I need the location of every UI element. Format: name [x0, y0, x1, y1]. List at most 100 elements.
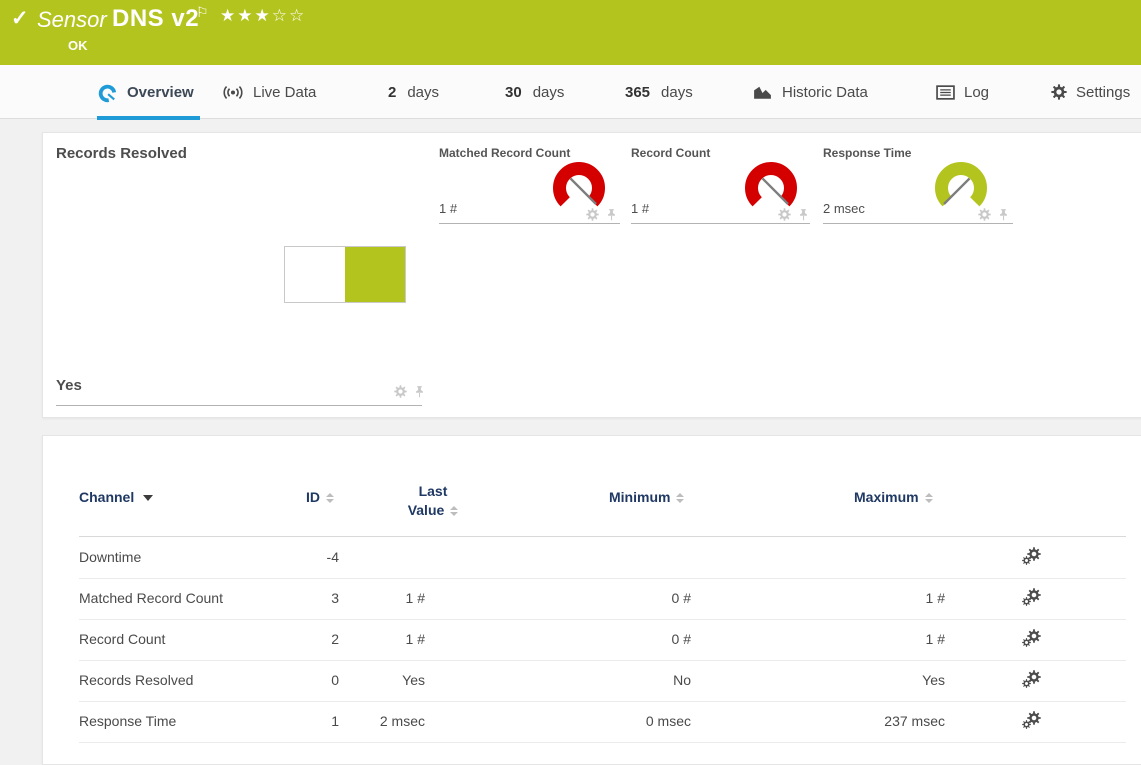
active-tab-underline: [97, 116, 200, 120]
sort-icon: [326, 493, 334, 503]
cell-last-value: 1 #: [345, 631, 425, 647]
tab-log[interactable]: Log: [936, 65, 989, 119]
tile-gear-icon[interactable]: [394, 385, 407, 398]
column-header-value-label: Value: [408, 502, 445, 518]
table-row-records-resolved: Records Resolved 0 Yes No Yes: [79, 660, 1126, 702]
status-ok-check-icon: ✓: [11, 6, 29, 31]
column-header-maximum[interactable]: Maximum: [854, 489, 933, 505]
tile-separator: [56, 405, 422, 406]
records-resolved-tile-title: Records Resolved: [56, 145, 187, 162]
column-header-id[interactable]: ID: [306, 489, 334, 505]
column-header-last-value[interactable]: Last Value: [388, 482, 478, 520]
column-header-channel-label: Channel: [79, 489, 134, 505]
cell-id: 0: [259, 672, 339, 688]
tab-overview[interactable]: Overview: [97, 65, 194, 119]
cell-id: -4: [259, 549, 339, 565]
sort-icon: [925, 493, 933, 503]
gauge-value-response-time: 2 msec: [823, 201, 865, 216]
table-row-matched-record-count: Matched Record Count 3 1 # 0 # 1 #: [79, 578, 1126, 620]
gauge-icon: [97, 82, 118, 103]
sensor-status-text: OK: [68, 38, 88, 53]
cell-maximum: 1 #: [745, 590, 945, 606]
tab-365-days[interactable]: 365 days: [625, 65, 693, 119]
tile-gear-icon[interactable]: [778, 208, 791, 221]
cell-last-value: 1 #: [345, 590, 425, 606]
cell-id: 1: [259, 713, 339, 729]
gauge-value-record-count: 1 #: [631, 201, 649, 216]
table-row-record-count: Record Count 2 1 # 0 # 1 #: [79, 619, 1126, 661]
tile-pin-icon[interactable]: [797, 208, 810, 221]
stars-empty[interactable]: ☆☆: [272, 6, 306, 25]
flag-icon[interactable]: ⚐: [196, 4, 209, 21]
tab-365-days-number: 365: [625, 84, 650, 101]
overview-panel: Records Resolved Yes Matched Record Coun…: [42, 132, 1141, 418]
channel-settings-gears-icon[interactable]: [1027, 547, 1041, 561]
column-header-id-label: ID: [306, 489, 320, 505]
cell-channel: Response Time: [79, 713, 176, 729]
area-chart-icon: [752, 84, 773, 101]
tile-gear-icon[interactable]: [586, 208, 599, 221]
tile-actions: [394, 385, 426, 398]
tab-historic-data[interactable]: Historic Data: [752, 65, 868, 119]
cell-last-value: Yes: [345, 672, 425, 688]
tab-30-days[interactable]: 30 days: [505, 65, 564, 119]
cell-minimum: 0 #: [491, 590, 691, 606]
sort-desc-icon: [143, 495, 153, 501]
tab-live-data-label: Live Data: [253, 84, 316, 101]
cell-maximum: 237 msec: [745, 713, 945, 729]
tab-bar: Overview Live Data 2 days 30 days 365 da…: [0, 65, 1141, 119]
cell-minimum: 0 msec: [491, 713, 691, 729]
tab-365-days-label: days: [661, 84, 693, 101]
cell-last-value: 2 msec: [345, 713, 425, 729]
column-header-minimum-label: Minimum: [609, 489, 670, 505]
cell-channel: Record Count: [79, 631, 165, 647]
tab-settings[interactable]: Settings: [1051, 65, 1130, 119]
cell-channel: Records Resolved: [79, 672, 193, 688]
tab-30-days-label: days: [533, 84, 565, 101]
channel-settings-gears-icon[interactable]: [1027, 711, 1041, 725]
tab-live-data[interactable]: Live Data: [222, 65, 316, 119]
sensor-name: DNS v2: [112, 5, 199, 33]
sort-icon: [676, 493, 684, 503]
table-row-downtime: Downtime -4: [79, 537, 1126, 579]
cell-maximum: 1 #: [745, 631, 945, 647]
priority-stars[interactable]: ★★★☆☆: [220, 6, 306, 26]
records-resolved-indicator: [284, 246, 406, 303]
stars-filled[interactable]: ★★★: [220, 6, 272, 25]
column-header-channel[interactable]: Channel: [79, 489, 153, 505]
channel-settings-gears-icon[interactable]: [1027, 588, 1041, 602]
tile-separator: [631, 223, 810, 224]
object-type-label: Sensor: [37, 7, 107, 33]
settings-gear-icon: [1051, 84, 1067, 100]
channel-settings-gears-icon[interactable]: [1027, 629, 1041, 643]
tab-overview-label: Overview: [127, 84, 194, 101]
tab-30-days-number: 30: [505, 84, 522, 101]
column-header-minimum[interactable]: Minimum: [609, 489, 684, 505]
tile-pin-icon[interactable]: [997, 208, 1010, 221]
tile-pin-icon[interactable]: [605, 208, 618, 221]
column-header-last-label: Last: [419, 483, 448, 499]
cell-minimum: 0 #: [491, 631, 691, 647]
tile-pin-icon[interactable]: [413, 385, 426, 398]
sort-icon: [450, 506, 458, 516]
sensor-status-bar: ✓ Sensor DNS v2 ⚐ ★★★☆☆ OK: [0, 0, 1141, 65]
tab-2-days-label: days: [407, 84, 439, 101]
cell-id: 3: [259, 590, 339, 606]
tile-separator: [439, 223, 620, 224]
table-row-response-time: Response Time 1 2 msec 0 msec 237 msec: [79, 701, 1126, 743]
tile-separator: [823, 223, 1013, 224]
tab-2-days[interactable]: 2 days: [388, 65, 439, 119]
cell-maximum: Yes: [745, 672, 945, 688]
tile-gear-icon[interactable]: [978, 208, 991, 221]
log-list-icon: [936, 85, 955, 100]
channel-settings-gears-icon[interactable]: [1027, 670, 1041, 684]
gauge-title-response-time: Response Time: [823, 146, 911, 160]
cell-id: 2: [259, 631, 339, 647]
live-data-icon: [222, 85, 244, 100]
tile-actions: [586, 208, 618, 221]
tab-2-days-number: 2: [388, 84, 396, 101]
tab-log-label: Log: [964, 84, 989, 101]
column-header-maximum-label: Maximum: [854, 489, 919, 505]
tab-historic-data-label: Historic Data: [782, 84, 868, 101]
cell-channel: Downtime: [79, 549, 141, 565]
